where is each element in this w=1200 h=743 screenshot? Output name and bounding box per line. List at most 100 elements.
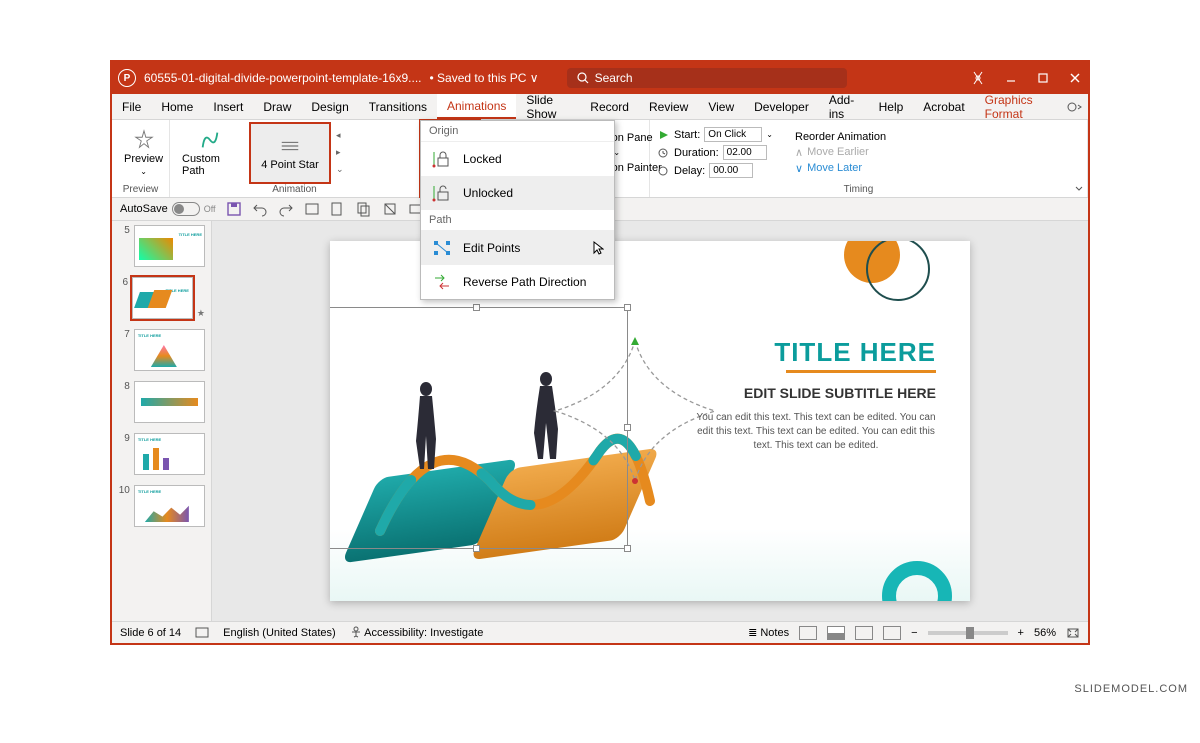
minimize-button[interactable]: [1004, 71, 1018, 85]
decor-ring-2: [882, 561, 952, 601]
save-icon[interactable]: [226, 201, 242, 217]
play-icon: [658, 130, 670, 140]
timing-group-label: Timing: [654, 183, 1083, 197]
document-title: 60555-01-digital-divide-powerpoint-templ…: [144, 71, 422, 85]
slide-body-text[interactable]: You can edit this text. This text can be…: [696, 411, 936, 453]
effect-options-dropdown: Origin Locked Unlocked Path Edit Points …: [420, 120, 615, 300]
ribbon-collapse-icon[interactable]: [1074, 183, 1084, 193]
duration-label: Duration:: [674, 147, 719, 159]
sorter-view-button[interactable]: [827, 626, 845, 640]
four-point-star-button[interactable]: 4 Point Star: [250, 123, 330, 183]
tab-acrobat[interactable]: Acrobat: [913, 94, 974, 119]
decor-ring: [866, 241, 930, 301]
tab-insert[interactable]: Insert: [203, 94, 253, 119]
slideshow-view-button[interactable]: [883, 626, 901, 640]
edit-points-icon: [431, 238, 453, 258]
slide-title[interactable]: TITLE HERE: [774, 337, 936, 373]
slide-editor[interactable]: 1 TITLE HERE EDIT SLIDE SUBTITLE HERE: [212, 221, 1088, 621]
thumb-10[interactable]: TITLE HERE: [134, 485, 205, 527]
gallery-next[interactable]: ▸: [336, 147, 344, 158]
dropdown-unlocked[interactable]: Unlocked: [421, 176, 614, 210]
tab-help[interactable]: Help: [869, 94, 914, 119]
tab-file[interactable]: File: [112, 94, 151, 119]
tab-developer[interactable]: Developer: [744, 94, 819, 119]
language-status[interactable]: English (United States): [223, 627, 336, 639]
slide-subtitle[interactable]: EDIT SLIDE SUBTITLE HERE: [744, 385, 936, 401]
slide-position[interactable]: Slide 6 of 14: [120, 627, 181, 639]
redo-icon[interactable]: [278, 201, 294, 217]
move-later-button[interactable]: ∨ Move Later: [795, 162, 886, 175]
notes-button[interactable]: ≣ Notes: [748, 626, 789, 639]
ribbon: Preview⌄ Preview Custom Path 4 Point Sta…: [112, 120, 1088, 198]
zoom-slider[interactable]: [928, 631, 1008, 635]
gallery-more[interactable]: ⌄: [336, 164, 344, 175]
dropdown-section-path: Path: [421, 210, 614, 231]
tab-slideshow[interactable]: Slide Show: [516, 94, 580, 119]
delay-input[interactable]: [709, 163, 753, 178]
gallery-prev[interactable]: ◂: [336, 130, 344, 141]
custom-path-button[interactable]: Custom Path: [174, 123, 246, 183]
tab-review[interactable]: Review: [639, 94, 698, 119]
accessibility-status[interactable]: Accessibility: Investigate: [350, 626, 484, 639]
thumb-5[interactable]: TITLE HERE: [134, 225, 205, 267]
qat-icon-5[interactable]: [330, 201, 346, 217]
zoom-out-button[interactable]: −: [911, 627, 917, 639]
search-icon: [577, 72, 589, 84]
delay-icon: [658, 166, 670, 176]
tab-transitions[interactable]: Transitions: [359, 94, 437, 119]
status-bar: Slide 6 of 14 English (United States) Ac…: [112, 621, 1088, 643]
qat-icon-7[interactable]: [382, 201, 398, 217]
notes-indicator-icon: [195, 627, 209, 639]
unlocked-icon: [431, 183, 453, 203]
start-label: Start:: [674, 129, 700, 141]
tab-addins[interactable]: Add-ins: [819, 94, 869, 119]
close-button[interactable]: [1068, 71, 1082, 85]
tab-record[interactable]: Record: [580, 94, 639, 119]
tab-home[interactable]: Home: [151, 94, 203, 119]
preview-button[interactable]: Preview⌄: [116, 123, 171, 183]
animation-group-label: Animation: [174, 183, 415, 197]
mic-icon[interactable]: [970, 70, 986, 86]
reading-view-button[interactable]: [855, 626, 873, 640]
reorder-label: Reorder Animation: [795, 131, 886, 143]
clock-icon: [658, 148, 670, 158]
tab-design[interactable]: Design: [301, 94, 358, 119]
dropdown-section-origin: Origin: [421, 121, 614, 142]
locked-icon: [431, 149, 453, 169]
delay-label: Delay:: [674, 165, 705, 177]
maximize-button[interactable]: [1036, 71, 1050, 85]
zoom-level[interactable]: 56%: [1034, 627, 1056, 639]
qat-icon-6[interactable]: [356, 201, 372, 217]
normal-view-button[interactable]: [799, 626, 817, 640]
thumb-8[interactable]: [134, 381, 205, 423]
tab-graphics-format[interactable]: Graphics Format: [975, 94, 1060, 119]
thumb-9[interactable]: TITLE HERE: [134, 433, 205, 475]
search-box[interactable]: Search: [567, 68, 847, 88]
undo-icon[interactable]: [252, 201, 268, 217]
dropdown-edit-points[interactable]: Edit Points: [421, 231, 614, 265]
zoom-in-button[interactable]: +: [1018, 627, 1024, 639]
reverse-path-icon: [431, 272, 453, 292]
cursor-icon: [592, 240, 604, 256]
powerpoint-icon: P: [118, 69, 136, 87]
fit-to-window-button[interactable]: [1066, 627, 1080, 639]
tab-animations[interactable]: Animations: [437, 94, 516, 119]
duration-input[interactable]: [723, 145, 767, 160]
tab-draw[interactable]: Draw: [253, 94, 301, 119]
qat-icon-4[interactable]: [304, 201, 320, 217]
save-state[interactable]: • Saved to this PC ∨: [430, 71, 539, 85]
dropdown-locked[interactable]: Locked: [421, 142, 614, 176]
thumb-7[interactable]: TITLE HERE: [134, 329, 205, 371]
ribbon-display-options[interactable]: [1060, 94, 1088, 119]
move-earlier-button[interactable]: ∧ Move Earlier: [795, 146, 886, 159]
autosave-toggle[interactable]: AutoSaveOff: [120, 202, 216, 216]
ribbon-tabs: File Home Insert Draw Design Transitions…: [112, 94, 1088, 120]
thumbnail-pane[interactable]: 5TITLE HERE 6TITLE HERE★ 7TITLE HERE 8 9…: [112, 221, 212, 621]
title-bar: P 60555-01-digital-divide-powerpoint-tem…: [112, 62, 1088, 94]
tab-view[interactable]: View: [698, 94, 744, 119]
thumb-6[interactable]: TITLE HERE: [132, 277, 193, 319]
watermark: SLIDEMODEL.COM: [1074, 683, 1188, 695]
start-input[interactable]: [704, 127, 762, 142]
preview-group-label: Preview: [116, 183, 165, 197]
dropdown-reverse-path[interactable]: Reverse Path Direction: [421, 265, 614, 299]
